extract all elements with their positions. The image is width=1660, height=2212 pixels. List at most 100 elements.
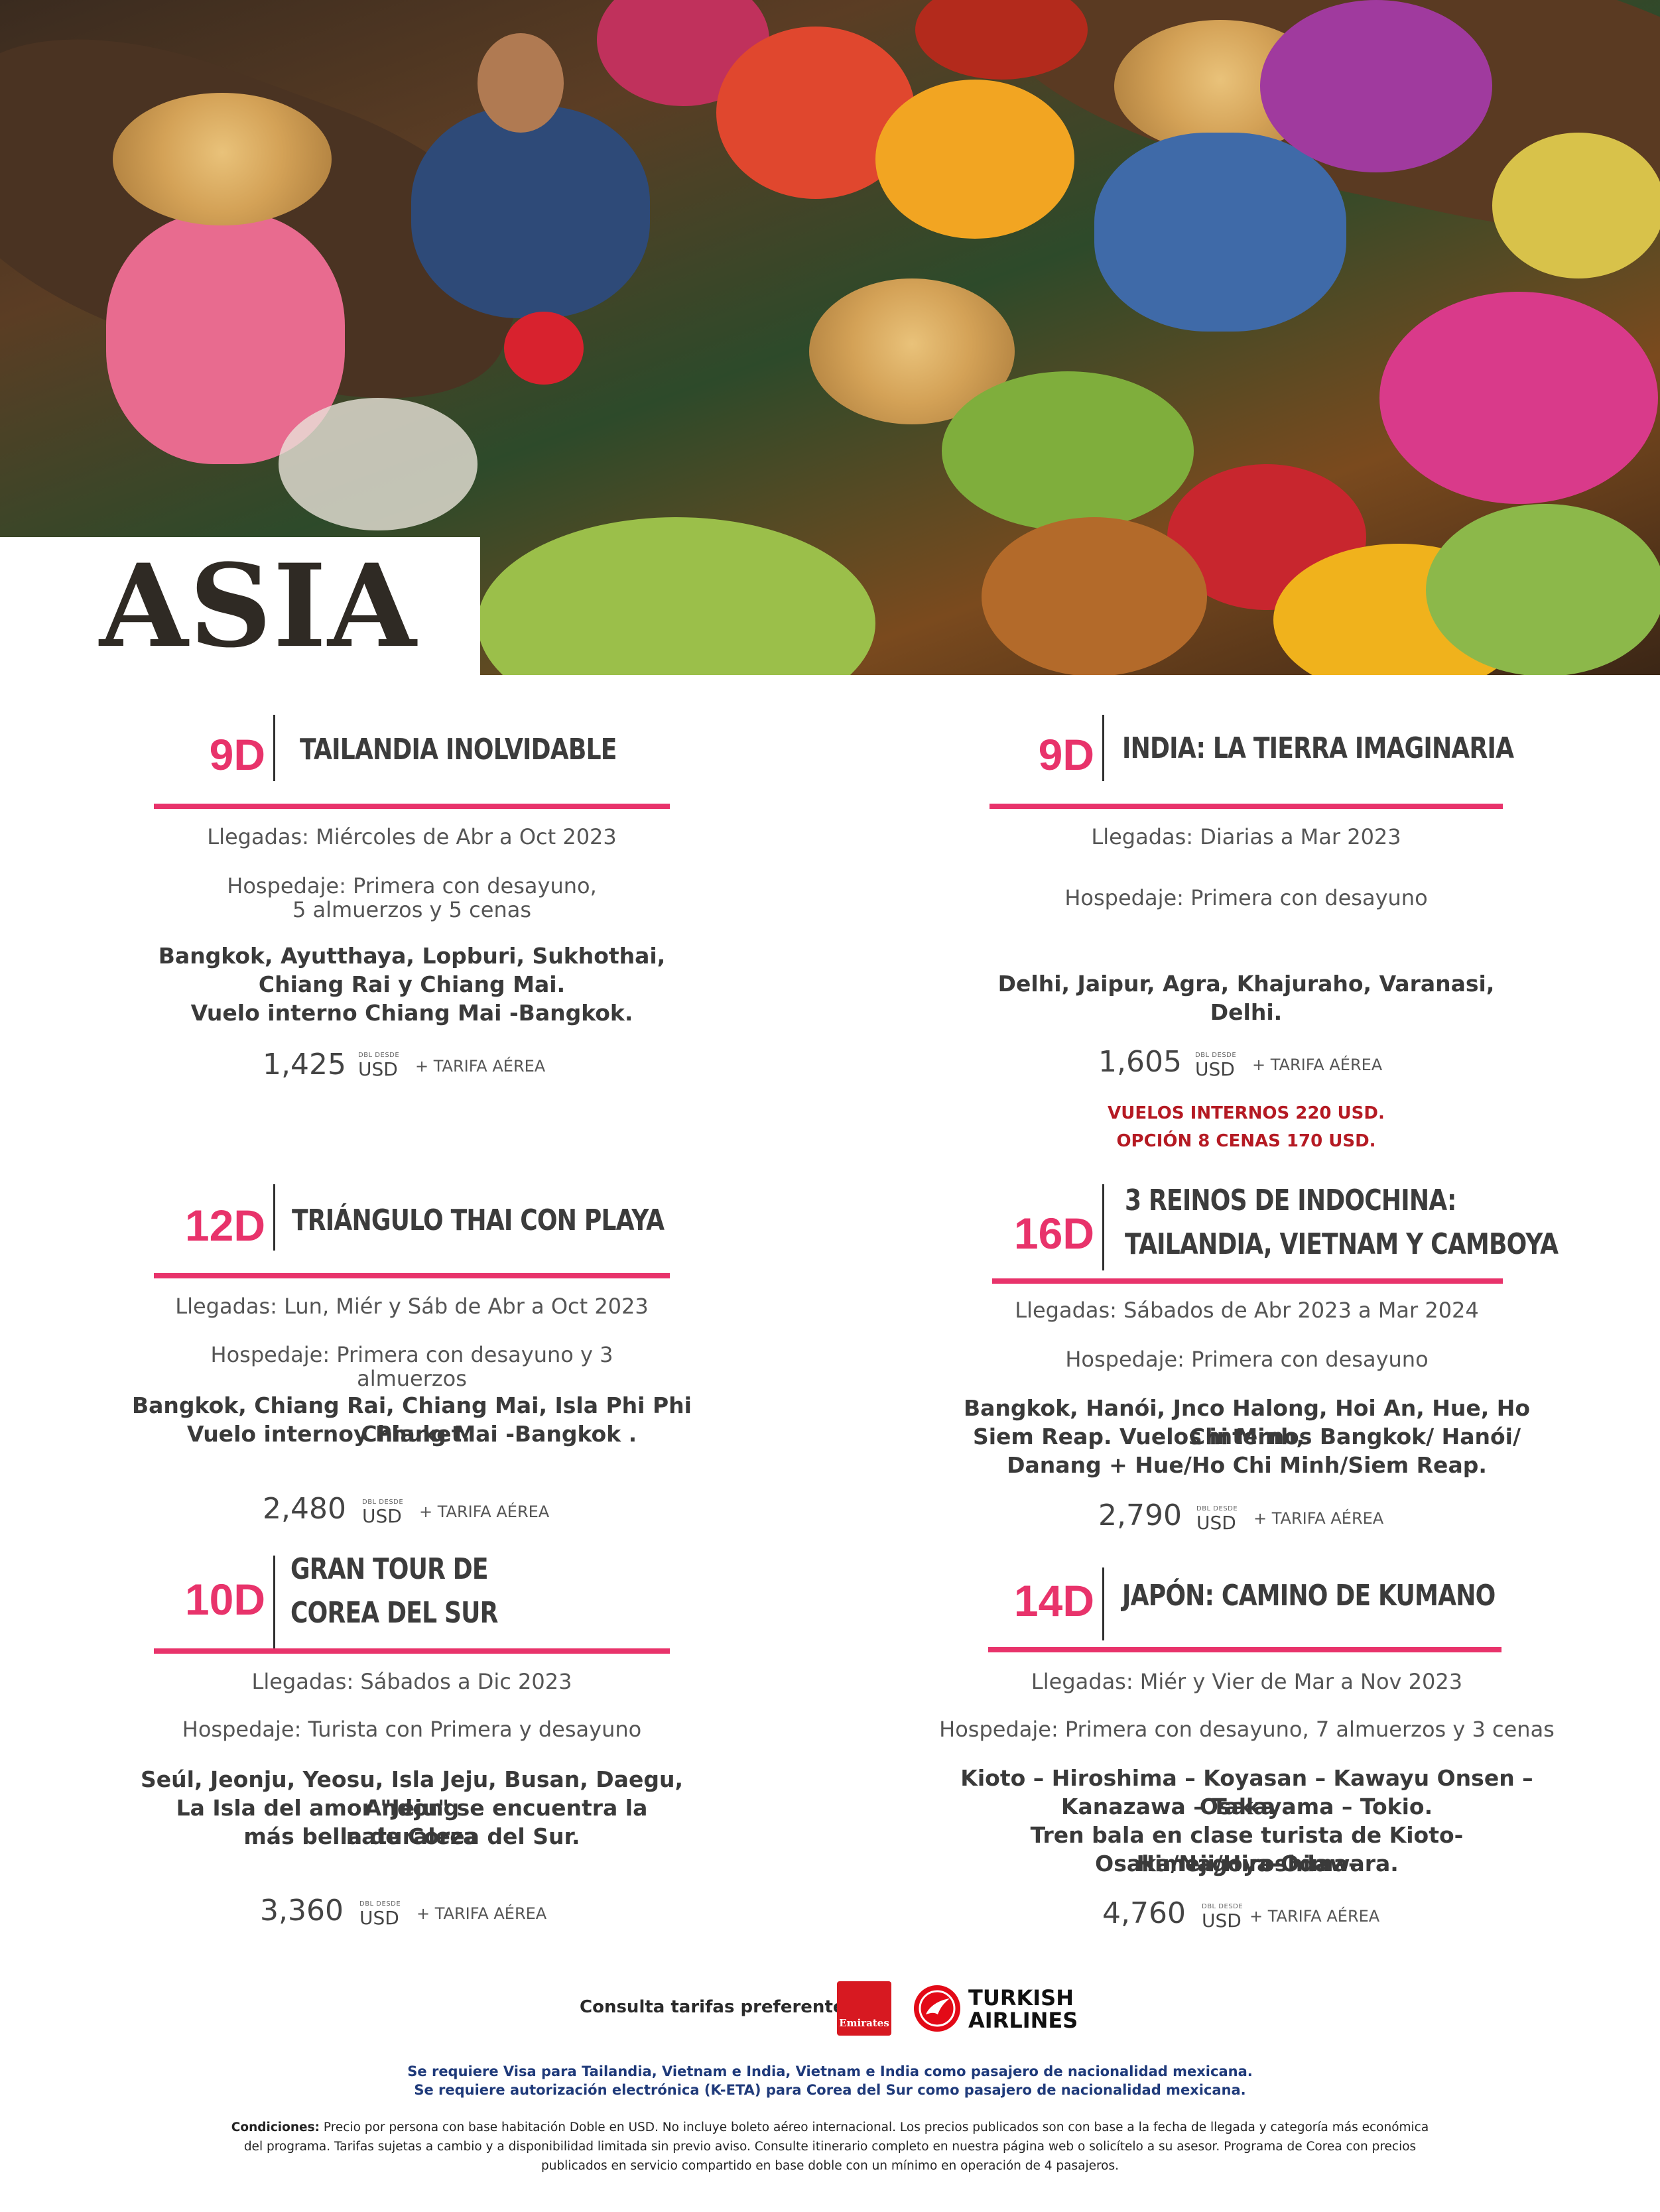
tour-card: 10D GRAN TOUR DE COREA DEL SUR Llegadas:… xyxy=(99,1545,683,1943)
tour-hospedaje: Hospedaje: Primera con desayuno, 7 almue… xyxy=(939,1717,1555,1742)
tour-name: GRAN TOUR DE xyxy=(290,1552,489,1586)
roses xyxy=(504,312,584,385)
tour-card: 9D INDIA: LA TIERRA IMAGINARIA Llegadas:… xyxy=(928,709,1514,1151)
tour-llegadas: Llegadas: Sábados de Abr 2023 a Mar 2024 xyxy=(1015,1298,1479,1323)
tarifa-aerea: + TARIFA AÉREA xyxy=(415,1057,546,1075)
divider xyxy=(273,715,275,781)
price-currency: USD xyxy=(1195,1058,1235,1080)
visa-notice: Se requiere Visa para Tailandia, Vietnam… xyxy=(407,2063,1253,2079)
accent-line xyxy=(154,1273,670,1278)
vendor-blue-shirt xyxy=(411,106,650,318)
tour-name: TAILANDIA INOLVIDABLE xyxy=(300,733,617,767)
tour-price: 2,480 xyxy=(263,1492,346,1526)
price-currency: USD xyxy=(362,1505,402,1527)
tour-cities: Vuelo interno Chiang Mai -Bangkok. xyxy=(190,1000,633,1026)
visa-notice: Se requiere autorización electrónica (K-… xyxy=(414,2082,1246,2098)
straw-hat xyxy=(113,93,332,225)
bananas xyxy=(1492,133,1660,278)
mangosteen xyxy=(982,517,1207,675)
tour-llegadas: Llegadas: Miér y Vier de Mar a Nov 2023 xyxy=(1031,1669,1463,1694)
turkish-airlines-logo xyxy=(914,1985,960,2032)
tour-price: 3,360 xyxy=(260,1894,344,1928)
turkish-line-1: TURKISH xyxy=(968,1985,1074,2010)
conditions-line: publicados en servicio compartido en bas… xyxy=(541,2159,1119,2173)
tour-days: 9D xyxy=(1038,730,1094,779)
tour-cities: Kanazawa – Takayama – Tokio. xyxy=(1060,1794,1433,1819)
tour-cities: Siem Reap. Vuelos internos Bangkok/ Hanó… xyxy=(972,1424,1521,1449)
divider xyxy=(1102,1567,1104,1640)
tour-price: 4,760 xyxy=(1102,1896,1186,1930)
tour-hospedaje: Hospedaje: Primera con desayuno y 3 almu… xyxy=(210,1342,613,1391)
guavas xyxy=(1426,504,1660,675)
tour-cities: Vuelo interno Chiang Mai -Bangkok . xyxy=(186,1421,637,1447)
price-currency: USD xyxy=(359,1907,399,1929)
emirates-logo-text: Emirates xyxy=(839,2017,889,2029)
accent-line xyxy=(988,1647,1501,1652)
green-fruit xyxy=(942,371,1194,530)
tour-card: 12D TRIÁNGULO THAI CON PLAYA Llegadas: L… xyxy=(99,1180,692,1578)
accent-line xyxy=(990,804,1503,809)
tour-cities: Delhi, Jaipur, Agra, Khajuraho, Varanasi… xyxy=(997,971,1495,1025)
conditions-line: Condiciones: Precio por persona con base… xyxy=(199,2118,1461,2137)
tarifa-aerea: + TARIFA AÉREA xyxy=(416,1904,547,1923)
tour-name: TRIÁNGULO THAI CON PLAYA xyxy=(292,1203,665,1237)
tour-hospedaje: Hospedaje: Turista con Primera y desayun… xyxy=(182,1717,642,1742)
turkish-line-2: AIRLINES xyxy=(968,2008,1078,2033)
tour-cities: Osaka/Nagoya-Odawara. xyxy=(1095,1851,1399,1876)
tour-card: 16D 3 REINOS DE INDOCHINA: TAILANDIA, VI… xyxy=(928,1180,1559,1578)
tour-name: INDIA: LA TIERRA IMAGINARIA xyxy=(1122,731,1514,765)
tour-hospedaje: Hospedaje: Primera con desayuno, xyxy=(227,873,597,898)
divider xyxy=(1102,715,1104,781)
divider xyxy=(273,1184,275,1251)
tour-note: OPCIÓN 8 CENAS 170 USD. xyxy=(1116,1131,1376,1151)
tour-cities: más bella de Corea del Sur. xyxy=(243,1823,580,1849)
tarifa-aerea: + TARIFA AÉREA xyxy=(1252,1056,1383,1074)
tour-name: 3 REINOS DE INDOCHINA: xyxy=(1125,1184,1456,1217)
title-box: ASIA xyxy=(0,537,480,675)
tour-hospedaje: Hospedaje: Primera con desayuno xyxy=(1065,1347,1429,1372)
tour-name: COREA DEL SUR xyxy=(290,1596,498,1630)
divider xyxy=(1102,1184,1104,1270)
tour-hospedaje: 5 almuerzos y 5 cenas xyxy=(292,897,532,922)
divider xyxy=(273,1556,275,1648)
accent-line xyxy=(154,1648,670,1654)
conditions-label: Condiciones: xyxy=(231,2120,320,2134)
tour-price: 1,605 xyxy=(1098,1045,1182,1079)
conditions: Condiciones: Precio por persona con base… xyxy=(199,2118,1461,2176)
tour-name: JAPÓN: CAMINO DE KUMANO xyxy=(1122,1579,1496,1613)
tour-days: 12D xyxy=(184,1201,265,1250)
price-currency: USD xyxy=(1196,1512,1236,1534)
flowers xyxy=(875,80,1074,239)
vendor-face xyxy=(478,33,564,133)
tour-note: VUELOS INTERNOS 220 USD. xyxy=(1108,1103,1385,1123)
tour-name: TAILANDIA, VIETNAM Y CAMBOYA xyxy=(1125,1227,1559,1261)
tour-days: 14D xyxy=(1013,1576,1094,1625)
plastic-bags xyxy=(279,398,478,530)
orchids xyxy=(1260,0,1492,172)
turkish-airlines-name: TURKISH AIRLINES xyxy=(968,1987,1078,2032)
tour-days: 16D xyxy=(1013,1209,1094,1258)
page-title: ASIA xyxy=(99,538,418,673)
price-currency: USD xyxy=(1202,1910,1242,1932)
emirates-logo: Emirates xyxy=(837,1981,891,2036)
tarifa-aerea: + TARIFA AÉREA xyxy=(1253,1509,1384,1528)
tour-llegadas: Llegadas: Sábados a Dic 2023 xyxy=(251,1669,572,1694)
tarifa-aerea: + TARIFA AÉREA xyxy=(419,1503,550,1521)
vendor-blue-shirt xyxy=(1094,133,1346,332)
consulta-tarifas: Consulta tarifas preferentes xyxy=(580,1997,855,2017)
orchids xyxy=(1379,292,1658,504)
tour-cities: Chiang Rai y Chiang Mai. xyxy=(258,971,566,997)
tour-cities: Bangkok, Ayutthaya, Lopburi, Sukhothai, xyxy=(158,943,666,969)
tour-card: 9D TAILANDIA INOLVIDABLE Llegadas: Miérc… xyxy=(99,709,670,1107)
tour-hospedaje: Hospedaje: Primera con desayuno xyxy=(1064,885,1428,910)
tour-cities: Danang + Hue/Ho Chi Minh/Siem Reap. xyxy=(1007,1452,1487,1478)
tarifa-aerea: + TARIFA AÉREA xyxy=(1249,1907,1380,1926)
tour-days: 10D xyxy=(184,1575,265,1624)
tour-llegadas: Llegadas: Lun, Miér y Sáb de Abr a Oct 2… xyxy=(175,1294,649,1319)
tour-card: 14D JAPÓN: CAMINO DE KUMANO Llegadas: Mi… xyxy=(928,1545,1555,1943)
tour-days: 9D xyxy=(209,730,265,779)
tour-llegadas: Llegadas: Miércoles de Abr a Oct 2023 xyxy=(207,824,617,849)
tour-price: 1,425 xyxy=(263,1048,346,1081)
tour-price: 2,790 xyxy=(1098,1499,1182,1532)
conditions-text: Precio por persona con base habitación D… xyxy=(319,2120,1429,2134)
